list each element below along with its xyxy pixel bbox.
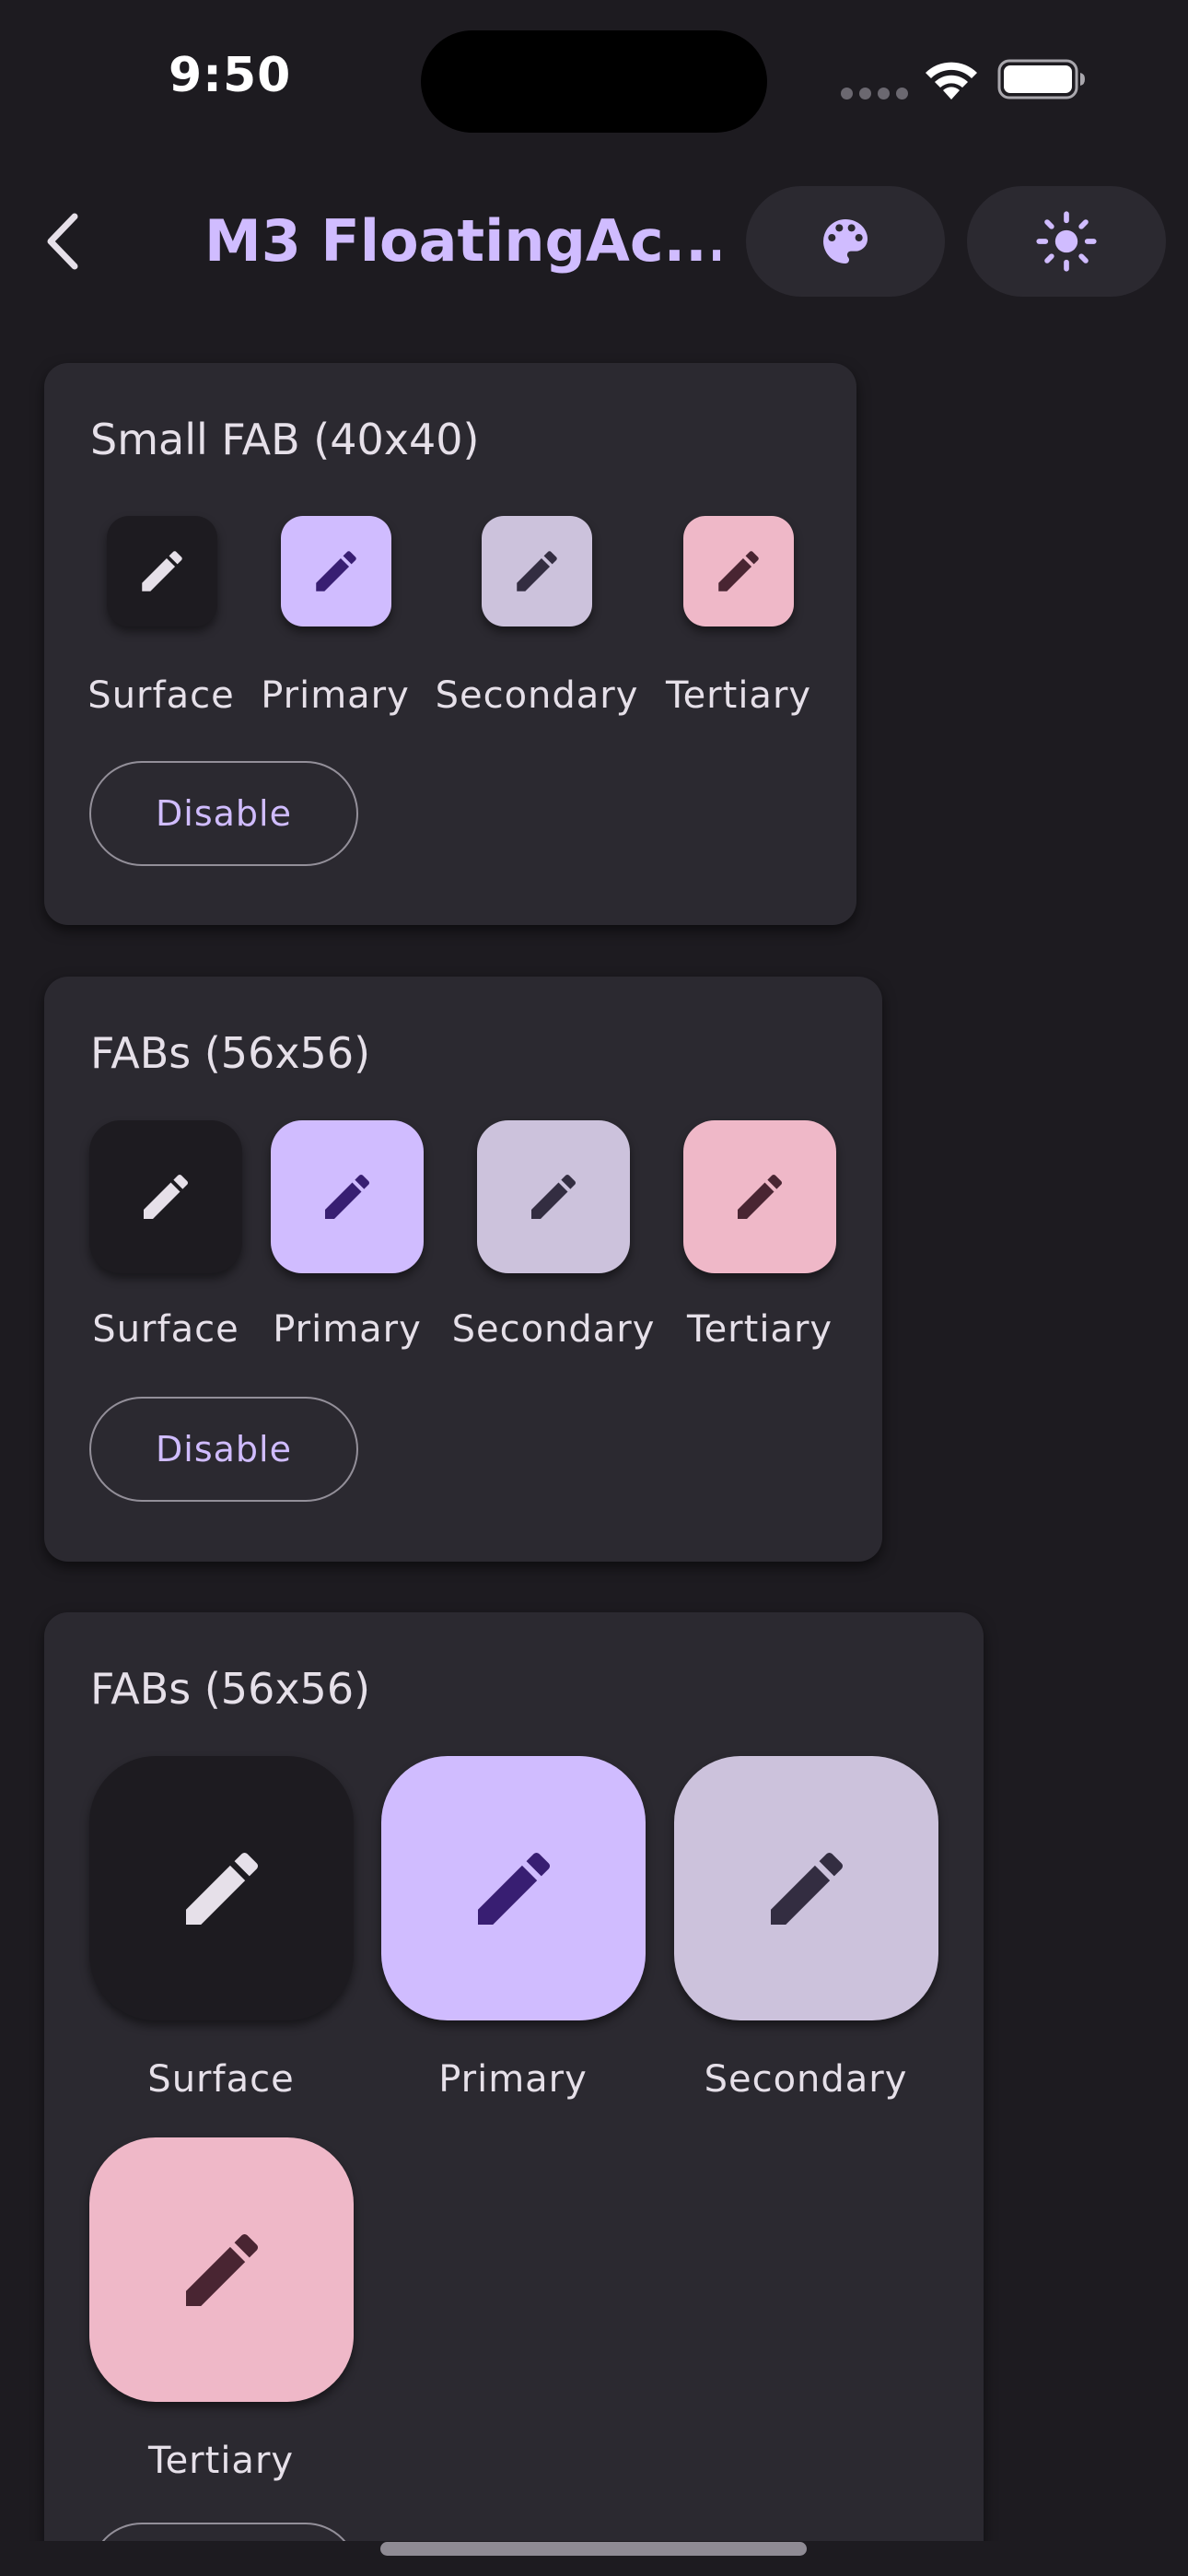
pencil-icon bbox=[144, 1174, 189, 1219]
fab-label: Surface bbox=[87, 674, 235, 717]
back-button[interactable] bbox=[29, 205, 94, 278]
pencil-icon bbox=[142, 551, 182, 591]
palette-button[interactable] bbox=[746, 186, 945, 297]
pencil-icon bbox=[185, 2233, 258, 2306]
fab-label: Secondary bbox=[704, 2058, 908, 2101]
fab-card: FABs (56x56) Surface Primary Secondary T… bbox=[44, 977, 882, 1562]
tertiary-fab[interactable] bbox=[683, 1120, 836, 1273]
sun-icon bbox=[1036, 211, 1097, 272]
primary-large-fab[interactable] bbox=[381, 1756, 646, 2020]
pencil-icon bbox=[316, 551, 356, 591]
status-time: 9:50 bbox=[169, 48, 292, 103]
disable-button[interactable]: Disable bbox=[89, 1397, 358, 1502]
fab-label: Tertiary bbox=[686, 1308, 833, 1351]
surface-small-fab[interactable] bbox=[107, 516, 217, 626]
pencil-icon bbox=[185, 1852, 258, 1925]
fab-label: Primary bbox=[438, 2058, 588, 2101]
pencil-icon bbox=[477, 1852, 550, 1925]
secondary-fab[interactable] bbox=[477, 1120, 630, 1273]
card-title: FABs (56x56) bbox=[90, 1028, 371, 1078]
primary-fab[interactable] bbox=[271, 1120, 424, 1273]
theme-toggle-button[interactable] bbox=[967, 186, 1166, 297]
fab-label: Surface bbox=[92, 1308, 239, 1351]
fab-label: Secondary bbox=[451, 1308, 656, 1351]
palette-icon bbox=[823, 219, 868, 263]
pencil-icon bbox=[738, 1174, 783, 1219]
primary-small-fab[interactable] bbox=[281, 516, 391, 626]
home-indicator[interactable] bbox=[380, 2542, 807, 2556]
fab-label: Primary bbox=[261, 674, 410, 717]
surface-large-fab[interactable] bbox=[89, 1756, 354, 2020]
screen: 9:50 M3 FloatingAc... Small FAB (40x40) … bbox=[0, 0, 1188, 2576]
pencil-icon bbox=[770, 1852, 843, 1925]
pencil-icon bbox=[718, 551, 759, 591]
fab-label: Tertiary bbox=[665, 674, 812, 717]
chevron-left-icon bbox=[47, 213, 78, 270]
pencil-icon bbox=[517, 551, 557, 591]
dynamic-island bbox=[421, 30, 767, 133]
secondary-large-fab[interactable] bbox=[674, 1756, 938, 2020]
fab-label: Primary bbox=[273, 1308, 422, 1351]
pencil-icon bbox=[531, 1174, 577, 1219]
surface-fab[interactable] bbox=[89, 1120, 242, 1273]
card-title: Small FAB (40x40) bbox=[90, 415, 480, 464]
fab-label: Tertiary bbox=[147, 2440, 295, 2482]
page-title: M3 FloatingAc... bbox=[204, 207, 720, 275]
battery-icon bbox=[997, 59, 1085, 100]
fab-label: Secondary bbox=[435, 674, 639, 717]
cellular-signal-icon bbox=[841, 88, 908, 100]
wifi-icon bbox=[926, 62, 977, 100]
fab-label: Surface bbox=[147, 2058, 295, 2101]
card-title: FABs (56x56) bbox=[90, 1664, 371, 1714]
tertiary-small-fab[interactable] bbox=[683, 516, 794, 626]
pencil-icon bbox=[325, 1174, 370, 1219]
tertiary-large-fab[interactable] bbox=[89, 2137, 354, 2402]
disable-button[interactable]: Disable bbox=[89, 761, 358, 866]
large-fab-card: FABs (56x56) Surface Primary Secondary T… bbox=[44, 1612, 984, 2576]
secondary-small-fab[interactable] bbox=[482, 516, 592, 626]
small-fab-card: Small FAB (40x40) Surface Primary Second… bbox=[44, 363, 856, 925]
